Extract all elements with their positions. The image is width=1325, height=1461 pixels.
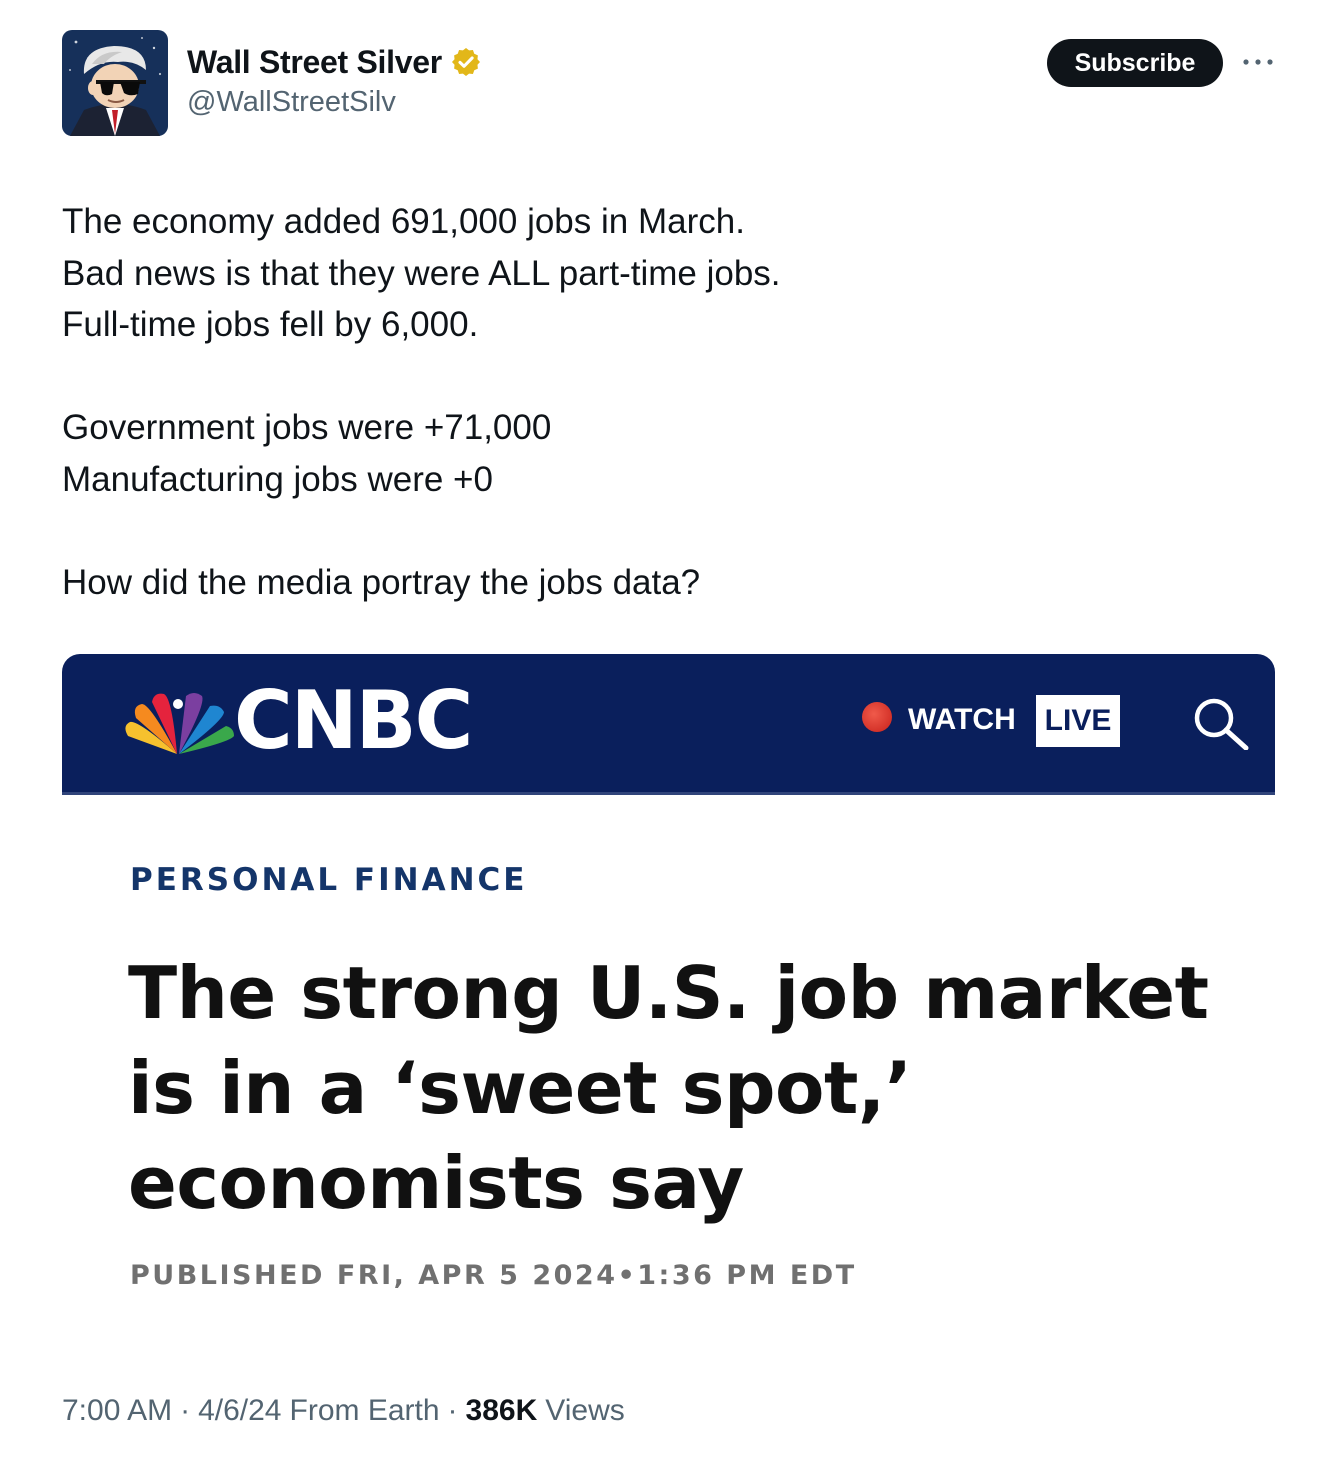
views-count[interactable]: 386K xyxy=(466,1394,538,1428)
headline-line: The strong U.S. job market xyxy=(128,951,1209,1035)
headline-line: economists say xyxy=(128,1141,744,1225)
article-section-label: PERSONAL FINANCE xyxy=(130,862,528,898)
tweet-text-line: Full-time jobs fell by 6,000. xyxy=(62,305,479,344)
views-label: Views xyxy=(545,1394,625,1427)
tweet-meta: 7:00 AM · 4/6/24 From Earth · 386K Views xyxy=(62,1394,625,1428)
avatar-image xyxy=(62,30,168,136)
live-indicator-icon xyxy=(862,702,892,732)
more-options-icon[interactable] xyxy=(1240,52,1276,72)
tweet-text-line: Bad news is that they were ALL part-time… xyxy=(62,253,781,293)
meta-separator: · xyxy=(447,1394,458,1427)
watch-label: WATCH xyxy=(908,703,1016,736)
tweet-location: From Earth xyxy=(289,1394,440,1427)
tweet-text: The economy added 691,000 jobs in March.… xyxy=(62,196,1262,608)
tweet-text-line: Government jobs were +71,000 xyxy=(62,408,552,447)
meta-separator: · xyxy=(180,1394,191,1427)
nbc-peacock-logo-icon xyxy=(125,693,234,754)
avatar[interactable] xyxy=(62,30,168,136)
live-badge: LIVE xyxy=(1036,695,1120,747)
headline-line: is in a ‘sweet spot,’ xyxy=(128,1046,912,1130)
article-headline: The strong U.S. job market is in a ‘swee… xyxy=(128,946,1248,1231)
tweet-date[interactable]: 4/6/24 xyxy=(198,1394,281,1428)
tweet-media-image[interactable]: CNBC WATCH LIVE PERSONAL FINANCE The str… xyxy=(62,654,1275,1354)
author-name[interactable]: Wall Street Silver xyxy=(187,44,442,81)
search-icon xyxy=(1194,698,1249,750)
tweet-text-line: Manufacturing jobs were +0 xyxy=(62,459,493,499)
verified-badge-icon xyxy=(451,48,480,76)
cnbc-header-bar: CNBC WATCH LIVE xyxy=(62,654,1275,795)
cnbc-wordmark: CNBC xyxy=(234,674,473,767)
author-name-row[interactable]: Wall Street Silver xyxy=(187,42,482,82)
subscribe-button[interactable]: Subscribe xyxy=(1047,39,1223,87)
tweet-text-line: How did the media portray the jobs data? xyxy=(62,562,701,602)
article-published-date: PUBLISHED FRI, APR 5 2024•1:36 PM EDT xyxy=(130,1260,857,1291)
author-handle[interactable]: @WallStreetSilv xyxy=(187,86,396,119)
tweet-text-line: The economy added 691,000 jobs in March. xyxy=(62,202,745,241)
tweet-time[interactable]: 7:00 AM xyxy=(62,1394,172,1428)
